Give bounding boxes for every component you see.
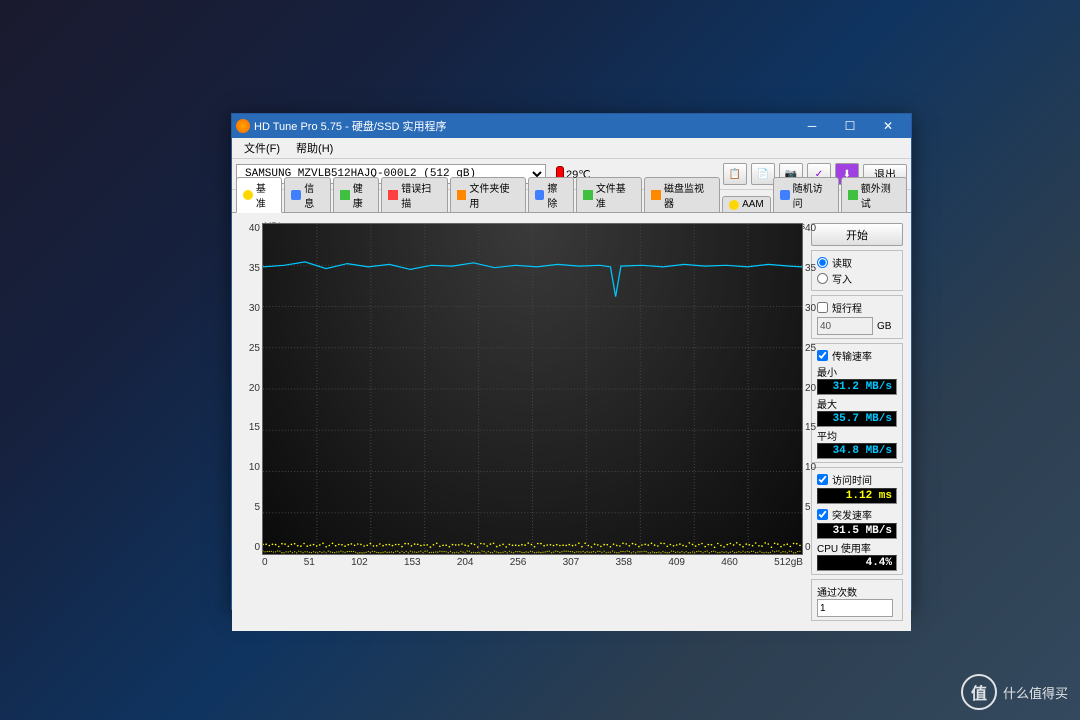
- tab-benchmark[interactable]: 基准: [236, 177, 282, 213]
- check-transferrate[interactable]: 传输速率: [817, 348, 897, 363]
- content-area: MB/s ms 4035302520151050 403530252015105…: [232, 213, 911, 631]
- speaker-icon: [729, 200, 739, 210]
- bulb-icon: [243, 190, 253, 200]
- random-icon: [780, 190, 790, 200]
- max-label: 最大: [817, 396, 897, 411]
- tabbar: 基准 信息 健康 错误扫描 文件夹使用 擦除 文件基准 磁盘监视器 AAM 随机…: [232, 190, 911, 213]
- check-accesstime[interactable]: 访问时间: [817, 472, 897, 487]
- min-value: 31.2 MB/s: [817, 379, 897, 395]
- minimize-button[interactable]: ─: [793, 114, 831, 138]
- shortstroke-input[interactable]: [817, 317, 873, 335]
- tab-aam[interactable]: AAM: [722, 196, 771, 212]
- tab-diskmon[interactable]: 磁盘监视器: [644, 177, 720, 212]
- app-icon: [236, 119, 250, 133]
- x-axis: 051102153204256307358409460512gB: [262, 557, 803, 568]
- window-title: HD Tune Pro 5.75 - 硬盘/SSD 实用程序: [254, 118, 793, 134]
- filebench-icon: [583, 190, 593, 200]
- transferrate-group: 传输速率 最小 31.2 MB/s 最大 35.7 MB/s 平均 34.8 M…: [811, 343, 903, 463]
- menu-file[interactable]: 文件(F): [236, 138, 288, 158]
- folder-icon: [457, 190, 467, 200]
- passes-group: 通过次数: [811, 579, 903, 621]
- accesstime-group: 访问时间 1.12 ms 突发速率 31.5 MB/s CPU 使用率 4.4%: [811, 467, 903, 575]
- tab-extra[interactable]: 额外测试: [841, 177, 907, 212]
- health-icon: [340, 190, 350, 200]
- passes-label: 通过次数: [817, 584, 897, 599]
- menu-help[interactable]: 帮助(H): [288, 138, 341, 158]
- cpu-label: CPU 使用率: [817, 540, 897, 555]
- chart-canvas: [262, 223, 803, 555]
- avg-label: 平均: [817, 428, 897, 443]
- tab-filebench[interactable]: 文件基准: [576, 177, 642, 212]
- erase-icon: [535, 190, 545, 200]
- shortstroke-group: 短行程 GB: [811, 295, 903, 339]
- tab-erase[interactable]: 擦除: [528, 177, 574, 212]
- tab-errorscan[interactable]: 错误扫描: [381, 177, 447, 212]
- tab-random[interactable]: 随机访问: [773, 177, 839, 212]
- passes-input[interactable]: [817, 599, 893, 617]
- radio-read[interactable]: 读取: [817, 255, 897, 270]
- avg-value: 34.8 MB/s: [817, 443, 897, 459]
- check-burst[interactable]: 突发速率: [817, 507, 897, 522]
- access-value: 1.12 ms: [817, 488, 897, 504]
- mode-group: 读取 写入: [811, 250, 903, 291]
- info-icon: [291, 190, 301, 200]
- maximize-button[interactable]: ☐: [831, 114, 869, 138]
- copy-screenshot-button[interactable]: 📄: [751, 163, 775, 185]
- watermark: 值 什么值得买: [961, 674, 1068, 710]
- cpu-value: 4.4%: [817, 555, 897, 571]
- titlebar[interactable]: HD Tune Pro 5.75 - 硬盘/SSD 实用程序 ─ ☐ ✕: [232, 114, 911, 138]
- watermark-text: 什么值得买: [1003, 683, 1068, 702]
- chart-svg: [263, 224, 802, 554]
- y-axis-right: 4035302520151050: [805, 223, 821, 553]
- gb-label: GB: [877, 321, 891, 332]
- tab-info[interactable]: 信息: [284, 177, 330, 212]
- close-button[interactable]: ✕: [869, 114, 907, 138]
- radio-write[interactable]: 写入: [817, 271, 897, 286]
- app-window: HD Tune Pro 5.75 - 硬盘/SSD 实用程序 ─ ☐ ✕ 文件(…: [231, 113, 912, 610]
- menubar: 文件(F) 帮助(H): [232, 138, 911, 159]
- error-icon: [388, 190, 398, 200]
- check-shortstroke[interactable]: 短行程: [817, 300, 897, 315]
- max-value: 35.7 MB/s: [817, 411, 897, 427]
- extra-icon: [848, 190, 858, 200]
- side-panel: 开始 读取 写入 短行程 GB 传输速率 最小 31.2 MB/s 最大 35.…: [811, 223, 903, 621]
- min-label: 最小: [817, 364, 897, 379]
- copy-info-button[interactable]: 📋: [723, 163, 747, 185]
- tab-folderusage[interactable]: 文件夹使用: [450, 177, 526, 212]
- monitor-icon: [651, 190, 661, 200]
- watermark-icon: 值: [961, 674, 997, 710]
- chart-area: MB/s ms 4035302520151050 403530252015105…: [240, 223, 803, 621]
- y-axis-left: 4035302520151050: [240, 223, 260, 553]
- start-button[interactable]: 开始: [811, 223, 903, 246]
- burst-value: 31.5 MB/s: [817, 523, 897, 539]
- tab-health[interactable]: 健康: [333, 177, 379, 212]
